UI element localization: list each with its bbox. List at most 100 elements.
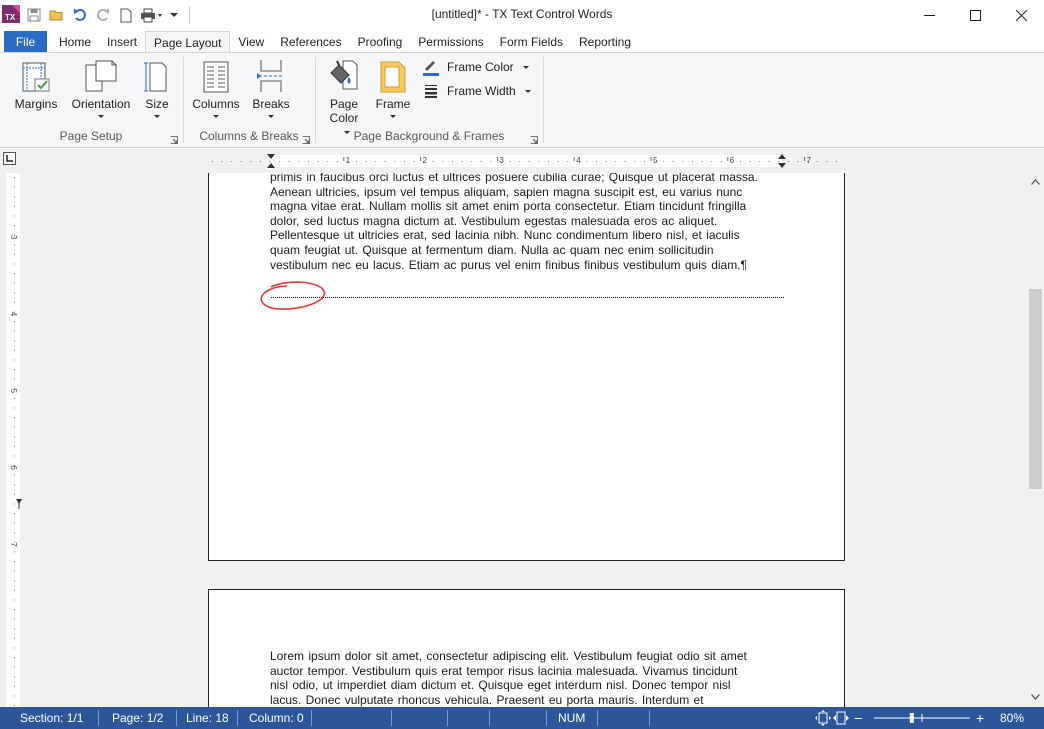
maximize-icon[interactable] xyxy=(952,0,998,30)
zoom-slider-thumb[interactable] xyxy=(909,713,914,723)
tab-stop-selector-icon[interactable] xyxy=(3,152,16,165)
group-label-page-setup: Page Setup xyxy=(59,129,123,143)
status-divider xyxy=(391,710,392,726)
ruler-tick xyxy=(308,161,309,162)
ruler-tick xyxy=(250,161,252,162)
ruler-tick xyxy=(212,161,213,162)
ruler-number: 1 xyxy=(346,156,351,165)
document-page-1[interactable]: primis in faucibus orci luctus et ultric… xyxy=(208,173,845,561)
group-page-background-frames: Page Color Frame Frame Color Frame Width… xyxy=(316,53,542,147)
ruler-tick xyxy=(14,301,15,303)
ruler-number: 6 xyxy=(9,465,18,470)
ruler-tick xyxy=(375,161,377,162)
frame-color-label: Frame Color xyxy=(447,60,514,74)
horizontal-ruler[interactable]: 1 2 3 4 5 6 7 xyxy=(208,153,844,169)
ribbon-tabs: File Home Insert Page Layout View Refere… xyxy=(0,31,1044,54)
ruler-tick xyxy=(836,161,837,162)
ruler-tick xyxy=(778,161,780,162)
tab-insert[interactable]: Insert xyxy=(99,31,145,53)
ruler-tick xyxy=(14,609,15,610)
status-page: Page: 1/2 xyxy=(112,711,164,725)
minimize-icon[interactable] xyxy=(906,0,952,30)
ruler-tick xyxy=(720,161,722,162)
text-line: auctor tempor. Vestibulum quis erat temp… xyxy=(270,663,738,678)
dialog-launcher-icon[interactable] xyxy=(170,133,178,144)
dialog-launcher-icon[interactable] xyxy=(302,133,310,144)
ruler-tick xyxy=(442,161,444,162)
status-divider xyxy=(489,710,490,726)
columns-label: Columns xyxy=(192,97,240,111)
ruler-tick xyxy=(14,551,15,553)
tab-reporting[interactable]: Reporting xyxy=(571,31,639,53)
columns-icon xyxy=(190,57,242,93)
scroll-down-icon[interactable] xyxy=(1031,694,1040,700)
ruler-tick xyxy=(14,263,15,265)
vertical-ruler[interactable]: 3 4 5 6 7 xyxy=(2,173,22,707)
zoom-slider[interactable] xyxy=(874,711,970,725)
chevron-down-icon xyxy=(268,115,274,118)
ruler-tick xyxy=(452,161,453,162)
status-column: Column: 0 xyxy=(249,711,304,725)
zoom-out-button[interactable]: − xyxy=(848,707,868,729)
page-color-button[interactable]: Page Color xyxy=(324,57,364,139)
status-divider xyxy=(649,710,650,726)
frame-button[interactable]: Frame xyxy=(374,57,412,118)
ruler-tick xyxy=(14,695,15,697)
ruler-tick xyxy=(701,161,703,162)
frame-color-icon xyxy=(422,58,440,76)
margins-icon xyxy=(12,57,60,93)
ruler-tick xyxy=(14,292,15,294)
breaks-button[interactable]: Breaks xyxy=(250,57,292,118)
frame-icon xyxy=(374,57,412,93)
paint-bucket-icon xyxy=(324,57,364,93)
ruler-tick xyxy=(317,161,319,162)
tab-file[interactable]: File xyxy=(4,31,47,53)
ruler-tick xyxy=(356,161,357,162)
dotted-separator-line[interactable] xyxy=(271,297,784,298)
scroll-up-icon[interactable] xyxy=(1031,179,1040,185)
ruler-tick xyxy=(336,161,338,162)
group-label-columns-breaks: Columns & Breaks xyxy=(199,129,299,143)
columns-button[interactable]: Columns xyxy=(190,57,242,118)
scrollbar-thumb[interactable] xyxy=(1029,289,1042,489)
ruler-tick xyxy=(528,161,530,162)
ruler-tick xyxy=(14,407,15,409)
ruler-tick xyxy=(749,161,751,162)
tab-proofing[interactable]: Proofing xyxy=(350,31,411,53)
ruler-tick xyxy=(490,161,492,162)
orientation-icon xyxy=(68,57,134,93)
tab-form-fields[interactable]: Form Fields xyxy=(492,31,571,53)
ruler-tick xyxy=(14,637,15,639)
text-line: Aenean ultricies, ipsum vel tempus aliqu… xyxy=(270,184,743,199)
paragraph-page-2[interactable]: Lorem ipsum dolor sit amet, consectetur … xyxy=(270,649,775,707)
tab-permissions[interactable]: Permissions xyxy=(410,31,491,53)
ruler-tick xyxy=(279,161,281,162)
frame-width-button[interactable]: Frame Width xyxy=(422,81,531,101)
close-icon[interactable] xyxy=(998,0,1044,30)
vertical-scrollbar[interactable] xyxy=(1027,173,1044,707)
margins-button[interactable]: Margins xyxy=(12,57,60,111)
document-workspace[interactable]: 3 4 5 6 7 primis in faucibus orci luctus et … xyxy=(0,173,1044,707)
tab-page-layout[interactable]: Page Layout xyxy=(145,31,231,54)
ruler-tick xyxy=(14,589,15,591)
status-divider xyxy=(311,710,312,726)
tab-view[interactable]: View xyxy=(230,31,272,53)
frame-color-button[interactable]: Frame Color xyxy=(422,57,529,77)
tab-home[interactable]: Home xyxy=(51,31,99,53)
orientation-button[interactable]: Orientation xyxy=(68,57,134,118)
size-button[interactable]: Size xyxy=(140,57,174,118)
ruler-tick xyxy=(298,161,300,162)
paragraph-page-1[interactable]: primis in faucibus orci luctus et ultric… xyxy=(270,173,775,272)
dialog-launcher-icon[interactable] xyxy=(530,133,538,144)
fit-width-icon[interactable] xyxy=(833,710,849,726)
zoom-in-button[interactable]: + xyxy=(970,707,990,729)
ruler-number: 3 xyxy=(9,235,18,240)
ruler-tick xyxy=(509,161,511,162)
fit-page-icon[interactable] xyxy=(815,710,831,726)
ruler-tick xyxy=(634,161,636,162)
status-divider xyxy=(597,710,598,726)
status-section: Section: 1/1 xyxy=(20,711,84,725)
tab-references[interactable]: References xyxy=(272,31,349,53)
document-page-2[interactable]: Lorem ipsum dolor sit amet, consectetur … xyxy=(208,589,845,707)
ruler-number: 6 xyxy=(730,156,735,165)
